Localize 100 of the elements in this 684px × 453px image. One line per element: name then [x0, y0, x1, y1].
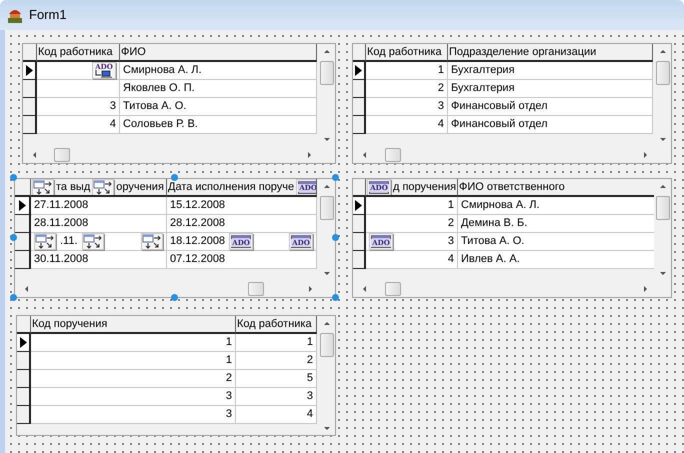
table-cell: 3: [37, 98, 120, 116]
table-cell: 3: [31, 406, 236, 424]
window-title: Form1: [29, 6, 67, 24]
selection-handle[interactable]: [332, 174, 339, 181]
table-cell: 1: [31, 352, 236, 370]
row-indicator[interactable]: [353, 80, 366, 98]
row-indicator[interactable]: [23, 98, 37, 116]
header-text: д поручения: [393, 180, 456, 194]
table-cell: Титова А. О.: [458, 233, 654, 251]
table-cell: 5: [236, 370, 317, 388]
datasource-component-icon[interactable]: [34, 233, 56, 250]
table-cell: Смирнова А. Л.: [120, 62, 317, 80]
scroll-thumb[interactable]: [320, 61, 334, 85]
row-indicator[interactable]: [353, 62, 366, 80]
selection-handle[interactable]: [332, 294, 339, 301]
grid-corner: [353, 179, 366, 197]
table-cell: Смирнова А. Л.: [458, 197, 654, 215]
table-cell: 1: [236, 334, 317, 352]
table-cell: 2: [236, 352, 317, 370]
selection-handle[interactable]: [171, 294, 178, 301]
row-indicator[interactable]: [17, 334, 31, 352]
row-indicator[interactable]: [353, 233, 366, 251]
row-indicator[interactable]: [17, 388, 31, 406]
row-indicator[interactable]: [353, 215, 366, 233]
header-text: Дата исполнения поруче: [168, 180, 294, 194]
row-indicator[interactable]: [353, 251, 366, 269]
column-header[interactable]: та выд оручения: [31, 179, 167, 197]
table-cell: 28.11.2008: [31, 215, 167, 233]
table-cell: Бухгалтерия: [448, 62, 653, 80]
grid-corner: [17, 316, 31, 334]
selection-handle[interactable]: [10, 294, 17, 301]
header-text: оручения: [116, 180, 164, 194]
selection-handle[interactable]: [10, 174, 17, 181]
column-header[interactable]: Код работника: [236, 316, 317, 334]
row-indicator[interactable]: [353, 116, 366, 134]
datasource-component-icon[interactable]: [82, 233, 104, 250]
row-indicator[interactable]: [23, 80, 37, 98]
table-cell: 2: [31, 370, 236, 388]
column-header[interactable]: Код работника: [366, 44, 448, 62]
table-cell: 1: [366, 197, 458, 215]
row-indicator[interactable]: [17, 406, 31, 424]
table-cell: 27.11.2008: [31, 197, 167, 215]
scroll-thumb[interactable]: [320, 196, 334, 220]
row-indicator[interactable]: [17, 352, 31, 370]
row-indicator[interactable]: [353, 197, 366, 215]
grid-corner: [23, 44, 37, 62]
table-cell: 1: [366, 62, 448, 80]
scroll-thumb[interactable]: [248, 282, 264, 296]
table-cell: 4: [236, 406, 317, 424]
row-indicator[interactable]: [15, 233, 31, 251]
grid-corner: [353, 44, 366, 62]
row-indicator[interactable]: [353, 98, 366, 116]
column-header[interactable]: ФИО ответственного: [458, 179, 654, 197]
table-cell: Демина В. Б.: [458, 215, 654, 233]
data-grid[interactable]: Код поручения Код работника 1 1 1 2 2 5 3 3 3 4: [16, 315, 336, 436]
column-header[interactable]: ФИО: [120, 44, 317, 62]
datasource-component-icon[interactable]: [32, 179, 54, 195]
column-header[interactable]: Подразделение организации: [448, 44, 653, 62]
selection-handle[interactable]: [332, 234, 339, 241]
table-cell: 4: [366, 251, 458, 269]
table-cell: 4: [37, 116, 120, 134]
table-cell: 4: [366, 116, 448, 134]
cell-text: 18.12.2008: [170, 234, 226, 249]
column-header[interactable]: Код работника: [37, 44, 120, 62]
row-indicator[interactable]: [15, 197, 31, 215]
scroll-thumb[interactable]: [656, 61, 670, 85]
table-cell: 3: [366, 98, 448, 116]
scroll-thumb[interactable]: [54, 148, 70, 162]
selection-handle[interactable]: [10, 234, 17, 241]
table-cell: 28.12.2008: [167, 215, 317, 233]
grid-corner: [15, 179, 31, 197]
row-indicator[interactable]: [15, 251, 31, 269]
scroll-thumb[interactable]: [384, 148, 400, 162]
selection-handle[interactable]: [171, 174, 178, 181]
table-cell: Соловьев Р. В.: [120, 116, 317, 134]
row-indicator[interactable]: [15, 215, 31, 233]
table-cell: 1: [31, 334, 236, 352]
table-cell: 3: [236, 388, 317, 406]
scroll-thumb[interactable]: [320, 333, 334, 357]
header-text: та выд: [56, 180, 90, 194]
table-cell: 2: [366, 80, 448, 98]
table-cell: 3: [31, 388, 236, 406]
scroll-thumb[interactable]: [384, 282, 400, 296]
table-cell: Титова А. О.: [120, 98, 317, 116]
row-indicator[interactable]: [23, 116, 37, 134]
table-cell: Финансовый отдел: [448, 98, 653, 116]
row-indicator[interactable]: [17, 370, 31, 388]
column-header[interactable]: Код поручения: [31, 316, 236, 334]
table-cell: Финансовый отдел: [448, 116, 653, 134]
table-cell: Бухгалтерия: [448, 80, 653, 98]
datasource-component-icon[interactable]: [92, 179, 114, 195]
table-cell: 07.12.2008: [167, 251, 317, 269]
table-cell: 15.12.2008: [167, 197, 317, 215]
table-cell: 2: [366, 215, 458, 233]
scroll-thumb[interactable]: [656, 196, 670, 220]
table-cell: Ивлев А. А.: [458, 251, 654, 269]
data-grid[interactable]: Код работника Подразделение организации 1 Бухгалтерия 2 Бухгалтерия 3 Финансовый отдел 4 Финансовый отдел: [352, 43, 672, 164]
row-indicator[interactable]: [23, 62, 37, 80]
datasource-component-icon[interactable]: [141, 233, 163, 250]
table-cell: Яковлев О. П.: [120, 80, 317, 98]
